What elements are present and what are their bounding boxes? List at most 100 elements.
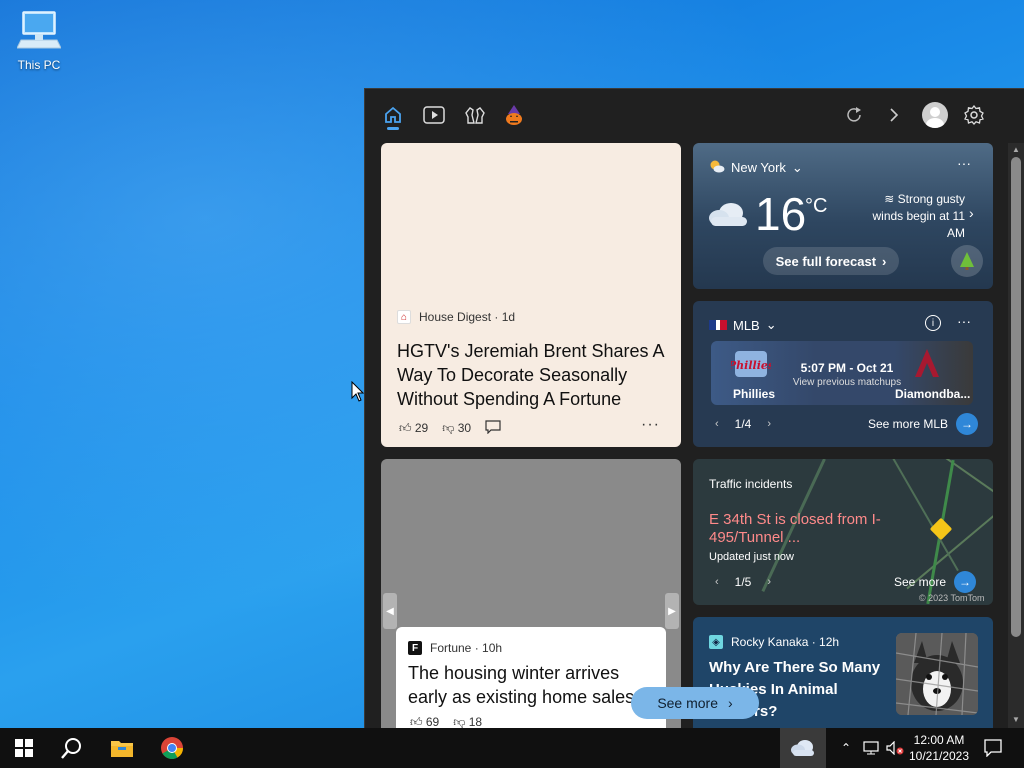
traffic-card[interactable]: Traffic incidents E 34th St is closed fr… [693, 459, 993, 605]
rocky-kanaka-logo-icon: ◈ [709, 635, 723, 649]
traffic-updated: Updated just now [709, 551, 794, 563]
tree-badge-icon[interactable] [951, 245, 983, 277]
article-title[interactable]: HGTV's Jeremiah Brent Shares A Way To De… [397, 339, 669, 411]
network-icon[interactable] [860, 728, 882, 768]
house-digest-logo-icon: ⌂ [397, 310, 411, 324]
mouse-cursor-icon [351, 381, 365, 402]
start-button[interactable] [0, 728, 48, 768]
mlb-logo-icon [709, 318, 727, 333]
search-button[interactable] [48, 728, 96, 768]
dislike-button[interactable]: 👎︎ 18 [453, 715, 482, 728]
wind-icon: ≋ [884, 192, 895, 206]
weather-description[interactable]: ≋ Strong gusty winds begin at 11 AM [853, 191, 965, 242]
active-tab-indicator [387, 127, 399, 130]
comment-icon[interactable] [485, 420, 501, 437]
matchup-panel[interactable]: Phillies 5:07 PM - Oct 21 View previous … [711, 341, 973, 405]
traffic-header: Traffic incidents [709, 477, 793, 491]
chrome-icon [161, 737, 183, 759]
incident-marker-icon[interactable] [929, 517, 953, 541]
like-button[interactable]: 👍︎ 69 [410, 715, 439, 728]
article-actions: 👍︎ 69 👎︎ 18 [410, 715, 482, 728]
desktop-icon-this-pc[interactable]: This PC [12, 10, 66, 72]
arrow-right-icon[interactable]: → [956, 413, 979, 435]
like-button[interactable]: 👍︎ 29 [399, 421, 428, 436]
chevron-right-icon[interactable]: › [767, 576, 771, 588]
fortune-logo-icon: F [408, 641, 422, 655]
more-options-icon[interactable]: ··· [641, 416, 660, 434]
temperature-unit: °C [805, 195, 828, 217]
system-clock[interactable]: 12:00 AM 10/21/2023 [906, 732, 972, 764]
chevron-right-icon[interactable] [882, 103, 906, 127]
chrome-button[interactable] [148, 728, 196, 768]
widgets-panel: ⌂ House Digest · 1d HGTV's Jeremiah Bren… [364, 88, 1024, 728]
volume-muted-icon[interactable] [884, 728, 906, 768]
team-name: Phillies [733, 387, 776, 401]
scroll-up-icon[interactable]: ▲ [1012, 145, 1020, 154]
chevron-right-icon: › [728, 695, 733, 711]
see-full-forecast-button[interactable]: See full forecast › [763, 247, 899, 275]
weather-location[interactable]: New York ⌄ [709, 159, 803, 176]
article-title[interactable]: The housing winter arrives early as exis… [408, 661, 660, 709]
chevron-right-icon[interactable]: › [969, 205, 974, 221]
scrollbar-thumb[interactable] [1011, 157, 1021, 637]
widgets-taskbar-button[interactable] [780, 728, 826, 768]
chevron-up-icon[interactable]: ⌃ [836, 728, 856, 768]
map-copyright: © 2023 TomTom [919, 593, 985, 603]
refresh-icon[interactable] [842, 103, 866, 127]
chevron-down-icon: ⌄ [765, 317, 777, 332]
taskbar: ⌃ 12:00 AM 10/21/2023 [0, 728, 1024, 768]
article-source: F Fortune · 10h [408, 641, 502, 655]
map-road [888, 459, 993, 523]
mlb-header[interactable]: MLB ⌄ [709, 317, 777, 333]
view-previous-matchups[interactable]: View previous matchups [787, 377, 907, 388]
scroll-down-icon[interactable]: ▼ [1012, 715, 1020, 724]
see-more-traffic-link[interactable]: See more → [894, 571, 977, 593]
windows-logo-icon [15, 739, 33, 757]
widgets-toolbar [365, 89, 1024, 141]
article-content: F Fortune · 10h The housing winter arriv… [396, 627, 666, 728]
mlb-card[interactable]: MLB ⌄ i ··· Phillies 5:07 PM - Oct 21 Vi… [693, 301, 993, 447]
weather-card[interactable]: New York ⌄ ··· 16 °C ≋ Strong gusty wind… [693, 143, 993, 289]
folder-icon [111, 741, 133, 757]
svg-text:Phillies: Phillies [731, 359, 771, 372]
chevron-left-icon[interactable]: ‹ [715, 576, 719, 588]
chevron-left-icon[interactable]: ‹ [715, 418, 719, 430]
news-card-house-digest[interactable]: ⌂ House Digest · 1d HGTV's Jeremiah Bren… [381, 143, 681, 447]
info-icon[interactable]: i [925, 315, 941, 331]
profile-avatar[interactable] [922, 102, 948, 128]
gear-icon[interactable] [962, 103, 986, 127]
traffic-alert[interactable]: E 34th St is closed from I-495/Tunnel ..… [709, 511, 889, 547]
article-thumbnail[interactable] [896, 633, 978, 715]
chevron-right-icon: › [882, 253, 887, 269]
video-icon[interactable] [422, 103, 446, 127]
news-card-fortune[interactable]: ◀ ▶ F Fortune · 10h The housing winter a… [381, 459, 681, 728]
game-time: 5:07 PM - Oct 21 [800, 361, 894, 375]
carousel-prev-button[interactable]: ◀ [383, 593, 397, 629]
see-more-button[interactable]: See more › [631, 687, 759, 719]
traffic-pager: ‹ 1/5 › [715, 575, 772, 589]
games-icon[interactable] [463, 103, 487, 127]
mlb-pager: ‹ 1/4 › [715, 417, 772, 431]
see-more-mlb-link[interactable]: See more MLB → [868, 413, 979, 435]
article-source: ◈ Rocky Kanaka · 12h [709, 635, 839, 649]
article-source: ⌂ House Digest · 1d [397, 310, 515, 324]
arrow-right-icon[interactable]: → [954, 571, 977, 593]
halloween-icon[interactable] [502, 103, 526, 127]
carousel-next-button[interactable]: ▶ [665, 593, 679, 629]
temperature-value: 16 [755, 188, 807, 240]
desktop-icon-label: This PC [17, 58, 61, 72]
weather-cloud-icon [791, 740, 814, 756]
file-explorer-button[interactable] [98, 728, 146, 768]
article-actions: 👍︎ 29 👎︎ 30 [399, 420, 501, 437]
phillies-logo-icon: Phillies [731, 351, 771, 377]
diamondbacks-logo-icon [915, 349, 939, 377]
chevron-down-icon: ⌄ [791, 159, 803, 175]
more-options-icon[interactable]: ··· [957, 155, 971, 171]
home-icon[interactable] [381, 103, 405, 127]
dislike-button[interactable]: 👎︎ 30 [442, 421, 471, 436]
team-name: Diamondba... [895, 387, 971, 401]
chevron-right-icon[interactable]: › [767, 418, 771, 430]
computer-icon [16, 11, 62, 49]
more-options-icon[interactable]: ··· [957, 313, 971, 329]
notification-center-icon[interactable] [978, 728, 1008, 768]
